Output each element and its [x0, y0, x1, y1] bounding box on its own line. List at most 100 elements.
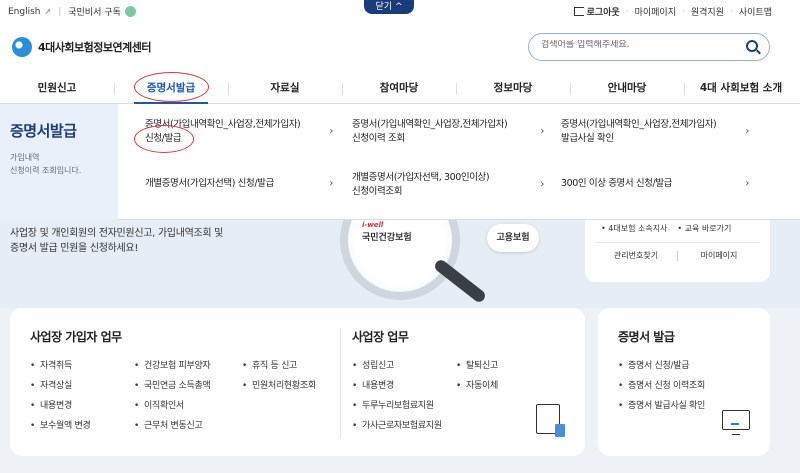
- nav-item-certificate[interactable]: 증명서발급: [114, 74, 228, 104]
- mega-item-line2: 신청이력 조회: [352, 133, 405, 144]
- monitor-download-icon: [722, 410, 750, 435]
- nav-item-civil-report[interactable]: 민원신고: [0, 74, 114, 104]
- member-item[interactable]: 자격상실: [30, 378, 72, 391]
- member-item[interactable]: 이직확인서: [134, 398, 184, 411]
- mega-item-line2: 신청/발급: [145, 133, 182, 144]
- hero-badge: 고용보험: [487, 224, 539, 252]
- member-item[interactable]: 내용변경: [30, 398, 72, 411]
- utility-bar: English ↗ | 국민비서 구독 닫기 ^ 로그아웃 · 마이페이지 · …: [0, 0, 800, 24]
- member-item[interactable]: 휴직 등 신고: [242, 358, 297, 371]
- hero-banner: 사업장 및 개인회원의 전자민원신고, 가입내역조회 및 증명서 발급 민원을 …: [0, 220, 800, 308]
- hero-brand-iwell: i-well: [362, 221, 384, 229]
- mega-item-individual-cert[interactable]: 개별증명서(가입자선택) 신청/발급 ›: [145, 177, 333, 191]
- chevron-right-icon: ›: [540, 126, 544, 137]
- mega-item-individual-cert-300[interactable]: 개별증명서(가입자선택, 300인이상) 신청이력조회 ›: [352, 171, 544, 199]
- hero-brand-name: 국민건강보험: [362, 233, 412, 243]
- biz-item[interactable]: 두루누리보험료지원: [352, 398, 434, 411]
- search-icon[interactable]: [746, 40, 758, 52]
- cert-item[interactable]: 증명서 신청 이력조회: [618, 378, 705, 391]
- mypage-link[interactable]: 마이페이지: [635, 5, 676, 18]
- chevron-right-icon: ›: [329, 178, 333, 189]
- member-item[interactable]: 자격취득: [30, 358, 72, 371]
- remote-support-link[interactable]: 원격지원: [691, 5, 724, 18]
- education-link[interactable]: • 교육 바로가기: [677, 223, 731, 234]
- mega-desc-line1: 가입내역: [10, 153, 40, 162]
- hero-brand: i-well 국민건강보험: [362, 221, 412, 243]
- logo-emblem-icon: [12, 37, 32, 57]
- main-nav: 민원신고 증명서발급 자료실 참여마당 정보마당 안내마당 4대 사회보험 소개: [0, 74, 800, 104]
- sitemap-link[interactable]: 사이트맵: [739, 5, 772, 18]
- english-link[interactable]: English: [8, 7, 41, 17]
- chevron-right-icon: ›: [329, 126, 333, 137]
- nav-item-about[interactable]: 4대 사회보험 소개: [684, 74, 798, 104]
- chevron-right-icon: ›: [745, 126, 749, 137]
- mega-menu-side: 증명서발급 가입내역 신청이력 조회입니다.: [0, 104, 118, 220]
- mega-item-line2: 발급사실 확인: [561, 133, 614, 144]
- mega-item-cert-verify[interactable]: 증명서(가입내역확인_사업장,전체가입자) 발급사실 확인 ›: [561, 118, 749, 146]
- biz-item[interactable]: 자동이체: [456, 378, 498, 391]
- cert-item[interactable]: 증명서 신청/발급: [618, 358, 689, 371]
- mega-menu-desc: 가입내역 신청이력 조회입니다.: [10, 151, 81, 177]
- mega-item-300-cert[interactable]: 300인 이상 증명서 신청/발급 ›: [561, 177, 749, 191]
- mega-menu: 증명서발급 가입내역 신청이력 조회입니다. 증명서(가입내역확인_사업장,전체가…: [0, 104, 800, 220]
- mega-item-line1: 300인 이상 증명서 신청/발급: [561, 178, 672, 189]
- login-card: • 4대보험 소속지사 • 교육 바로가기 관리번호찾기 마이페이지: [585, 220, 770, 282]
- mega-item-cert-issue[interactable]: 증명서(가입내역확인_사업장,전체가입자) 신청/발급 ›: [145, 118, 333, 146]
- mega-item-line1: 개별증명서(가입자선택) 신청/발급: [145, 178, 274, 189]
- login-divider: [595, 242, 760, 243]
- close-tab-label: 닫기: [375, 2, 393, 12]
- mega-item-line1: 증명서(가입내역확인_사업장,전체가입자): [145, 119, 301, 130]
- nav-divider: [456, 83, 457, 95]
- document-icon: [536, 404, 565, 437]
- mega-item-line1: 증명서(가입내역확인_사업장,전체가입자): [352, 119, 508, 130]
- external-link-icon: ↗: [44, 7, 52, 16]
- nav-divider: [342, 83, 343, 95]
- cert-card: 증명서 발급 증명서 신청/발급 증명서 신청 이력조회 증명서 발급사실 확인: [598, 308, 770, 456]
- member-item[interactable]: 민원처리현황조회: [242, 378, 316, 391]
- member-item[interactable]: 건강보험 피부양자: [134, 358, 211, 371]
- divider: ·: [730, 6, 733, 17]
- nav-item-participation[interactable]: 참여마당: [342, 74, 456, 104]
- biz-item[interactable]: 가사근로자보험료지원: [352, 418, 442, 431]
- nav-item-guide[interactable]: 안내마당: [570, 74, 684, 104]
- nav-item-information[interactable]: 정보마당: [456, 74, 570, 104]
- logout-label: 로그아웃: [586, 8, 620, 18]
- mega-item-cert-history[interactable]: 증명서(가입내역확인_사업장,전체가입자) 신청이력 조회 ›: [352, 118, 544, 146]
- login-links-bottom: 관리번호찾기 마이페이지: [595, 250, 760, 261]
- mega-item-line2: 신청이력조회: [352, 186, 403, 197]
- close-tab-button[interactable]: 닫기 ^: [364, 0, 414, 14]
- secretary-subscribe-link[interactable]: 국민비서 구독: [68, 5, 121, 18]
- chevron-up-icon: ^: [394, 2, 403, 12]
- divider: |: [58, 6, 62, 17]
- member-item[interactable]: 보수월액 변경: [30, 418, 91, 431]
- mega-item-line1: 개별증명서(가입자선택, 300인이상): [352, 172, 490, 183]
- member-item[interactable]: 국민연금 소득총액: [134, 378, 211, 391]
- nav-divider: [228, 83, 229, 95]
- site-header: 4대사회보험정보연계센터: [0, 24, 800, 74]
- search-box: [528, 33, 770, 61]
- cert-item[interactable]: 증명서 발급사실 확인: [618, 398, 705, 411]
- mega-item-line1: 증명서(가입내역확인_사업장,전체가입자): [561, 119, 717, 130]
- logout-link[interactable]: 로그아웃: [573, 5, 620, 18]
- branch-link[interactable]: • 4대보험 소속지사: [601, 223, 667, 234]
- logout-icon: [573, 7, 584, 16]
- biz-item[interactable]: 성립신고: [352, 358, 394, 371]
- nav-divider: [684, 83, 685, 95]
- biz-item[interactable]: 탈퇴신고: [456, 358, 498, 371]
- biz-item[interactable]: 내용변경: [352, 378, 394, 391]
- search-input[interactable]: [541, 40, 741, 50]
- site-logo[interactable]: 4대사회보험정보연계센터: [12, 37, 151, 57]
- mega-menu-title: 증명서발급: [10, 122, 77, 140]
- work-card: 사업장 가입자 업무 자격취득 건강보험 피부양자 휴직 등 신고 자격상실 국…: [10, 308, 585, 456]
- card-divider: [340, 328, 341, 438]
- nav-item-archive[interactable]: 자료실: [228, 74, 342, 104]
- login-links-top: • 4대보험 소속지사 • 교육 바로가기: [601, 223, 731, 234]
- login-mypage-link[interactable]: 마이페이지: [678, 250, 760, 261]
- divider: ·: [682, 6, 685, 17]
- utility-left: English ↗ | 국민비서 구독: [8, 5, 136, 18]
- nav-divider: [570, 83, 571, 95]
- secretary-mascot-icon: [124, 6, 136, 17]
- find-id-link[interactable]: 관리번호찾기: [595, 250, 677, 261]
- divider: ·: [625, 6, 629, 17]
- member-item[interactable]: 근무처 변동신고: [134, 418, 203, 431]
